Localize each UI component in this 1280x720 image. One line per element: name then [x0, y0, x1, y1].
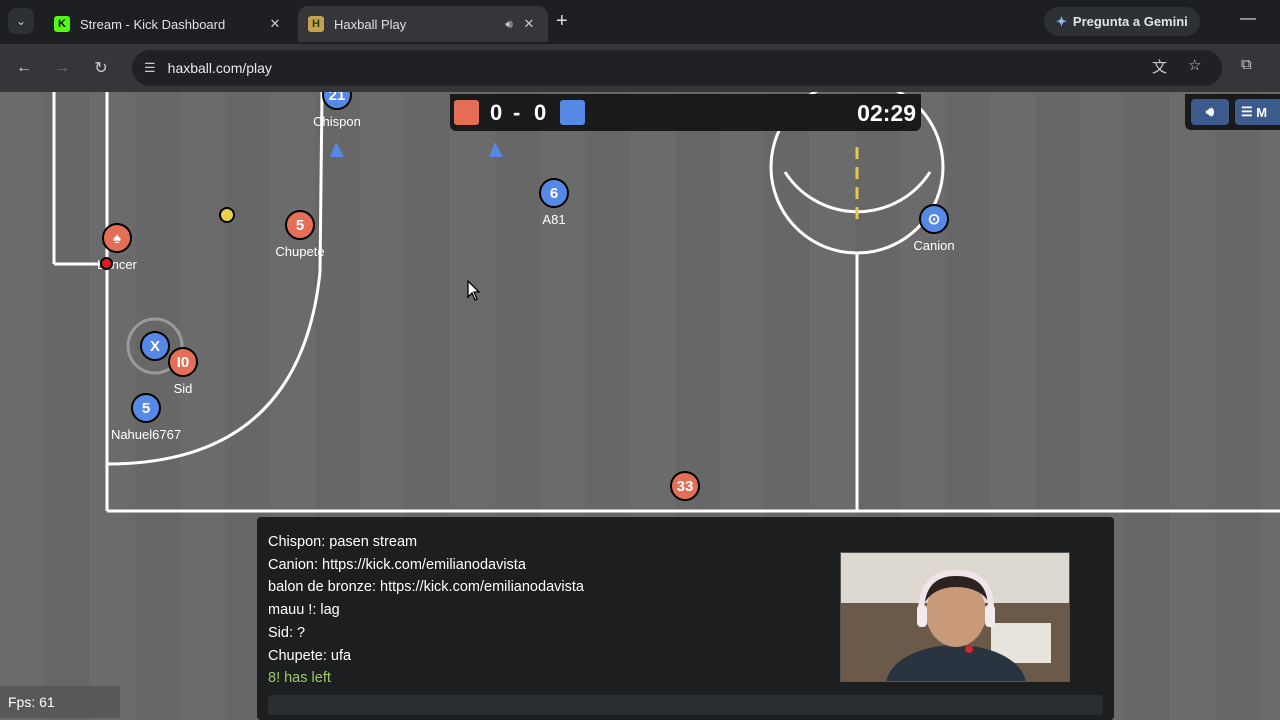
- chat-message: Chispon: pasen stream: [268, 534, 418, 550]
- player-disc: ♠: [102, 223, 132, 253]
- address-bar[interactable]: ☰ haxball.com/play: [132, 50, 1222, 86]
- player-disc: 33: [670, 471, 700, 501]
- player-disc: 5: [131, 393, 161, 423]
- webcam-image: [841, 553, 1069, 681]
- player-number: I0: [176, 353, 190, 371]
- chat-panel: Chispon: pasen stream Canion: https://ki…: [257, 517, 1114, 720]
- blue-score: 0: [534, 100, 547, 125]
- tab-haxball-play[interactable]: H Haxball Play 🔊︎ ✕: [298, 6, 548, 42]
- webcam-overlay: [840, 552, 1070, 682]
- player-number: 21: [328, 92, 346, 104]
- tab-kick-dashboard[interactable]: K Stream - Kick Dashboard ✕: [44, 6, 294, 42]
- browser-tab-bar: ⌄ K Stream - Kick Dashboard ✕ H Haxball …: [0, 0, 1280, 44]
- tab-search-dropdown-icon[interactable]: ⌄: [8, 8, 34, 34]
- player-number: ♠: [113, 229, 121, 247]
- haxball-favicon-icon: H: [308, 16, 324, 32]
- player-number: ⊙: [927, 211, 941, 228]
- player-name: A81: [542, 212, 566, 227]
- chat-log: Chispon: pasen stream Canion: https://ki…: [268, 531, 584, 690]
- score-separator: -: [513, 100, 521, 125]
- kick-favicon-icon: K: [54, 16, 70, 32]
- player-number: 5: [141, 399, 151, 417]
- match-timer: 02:29: [857, 100, 916, 126]
- player-name: Chupete: [275, 244, 325, 259]
- tab-title: Haxball Play: [334, 16, 407, 32]
- extensions-icon[interactable]: ⧉: [1241, 56, 1252, 73]
- scoreboard: 0 - 0 02:29: [450, 94, 921, 131]
- blue-team-square: [560, 100, 585, 125]
- minimize-icon[interactable]: —: [1240, 10, 1256, 28]
- chat-message: mauu !: lag: [268, 602, 340, 619]
- player-number: 5: [295, 216, 305, 234]
- speaker-icon[interactable]: 🔊︎: [498, 17, 520, 32]
- sound-toggle-icon[interactable]: 🔊︎: [1191, 99, 1229, 125]
- player-disc: I0: [168, 347, 198, 377]
- back-icon[interactable]: ←: [12, 56, 36, 80]
- menu-button[interactable]: ☰ M: [1235, 99, 1280, 125]
- haxball-game[interactable]: 21 Chispon 6 A81 ⊙ Canion 5 Chupete ♠ Lancer I0 Sid…: [0, 92, 1280, 720]
- red-score: 0: [490, 100, 503, 125]
- player-disc: X: [140, 331, 170, 361]
- tab-title: Stream - Kick Dashboard: [80, 16, 226, 32]
- chat-message: Canion: https://kick.com/emilianodavista: [268, 556, 526, 573]
- chat-message: Sid: ?: [268, 624, 306, 641]
- gemini-label: Pregunta a Gemini: [1072, 14, 1188, 29]
- player-name: Nahuel6767: [110, 427, 182, 442]
- url-text: haxball.com/play: [167, 60, 272, 76]
- new-tab-icon[interactable]: +: [556, 10, 568, 33]
- site-settings-icon[interactable]: ☰: [144, 60, 156, 76]
- menu-label: M: [1256, 104, 1268, 120]
- player-name: Lancer: [97, 257, 137, 272]
- player-disc: 6: [539, 178, 569, 208]
- chat-input[interactable]: [268, 695, 1103, 715]
- gemini-button[interactable]: ✦ Pregunta a Gemini: [1044, 7, 1200, 36]
- chat-message: Chupete: ufa: [268, 647, 352, 664]
- player-number: 6: [549, 184, 559, 202]
- bookmark-star-icon[interactable]: ☆: [1188, 56, 1201, 74]
- close-tab-icon[interactable]: ✕: [266, 16, 284, 32]
- red-team-square: [454, 100, 479, 125]
- browser-toolbar: ← → ↻ ☰ haxball.com/play 文 ☆ ⧉: [0, 44, 1280, 92]
- mouse-cursor-icon: [467, 280, 481, 301]
- gemini-icon: ✦: [1056, 13, 1067, 29]
- goal-post-marker: [100, 257, 113, 270]
- game-menu-bar: 🔊︎ ☰ M: [1185, 94, 1280, 130]
- player-name: Canion: [913, 238, 955, 253]
- close-tab-icon[interactable]: ✕: [520, 16, 538, 32]
- player-disc: ⊙: [919, 204, 949, 234]
- chat-system-message: 8! has left: [268, 670, 331, 687]
- chat-message: balon de bronze: https://kick.com/emilia…: [268, 579, 584, 596]
- translate-icon[interactable]: 文: [1152, 56, 1167, 77]
- fps-counter: Fps: 61: [0, 686, 120, 718]
- player-number: X: [149, 337, 160, 355]
- player-disc: 5: [285, 210, 315, 240]
- player-name: Chispon: [313, 114, 361, 129]
- player-number: 33: [676, 477, 694, 495]
- reload-icon[interactable]: ↻: [89, 56, 113, 80]
- forward-icon[interactable]: →: [50, 56, 74, 80]
